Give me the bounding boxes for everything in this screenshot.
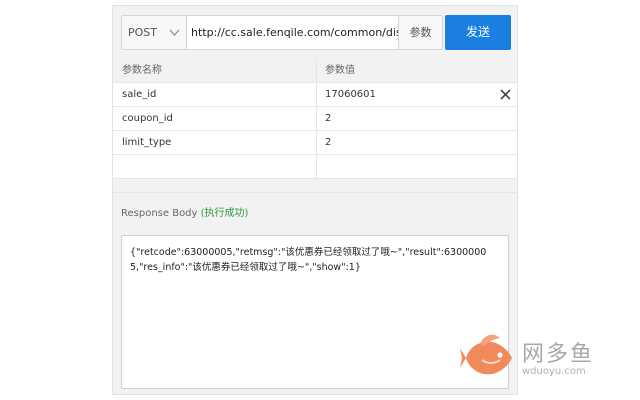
param-value-field[interactable]: 2 bbox=[318, 131, 517, 154]
response-title: Response Body (执行成功) bbox=[121, 204, 248, 219]
param-name-field[interactable] bbox=[113, 155, 317, 178]
response-body[interactable]: {"retcode":63000005,"retmsg":"该优惠券已经领取过了… bbox=[121, 235, 509, 389]
table-spacer bbox=[113, 179, 517, 193]
column-header-param-value: 参数值 bbox=[325, 65, 355, 76]
params-table-header: 参数名称 参数值 bbox=[113, 58, 517, 83]
table-row bbox=[113, 155, 517, 179]
response-label: Response Body bbox=[121, 208, 198, 219]
request-bar: POST http://cc.sale.fenqile.com/common/d… bbox=[121, 15, 511, 50]
watermark-logo: 网多鱼 wduoyu.com bbox=[460, 330, 610, 385]
send-button[interactable]: 发送 bbox=[445, 15, 511, 50]
method-value: POST bbox=[128, 26, 157, 39]
url-input[interactable]: http://cc.sale.fenqile.com/common/discou… bbox=[187, 15, 399, 50]
params-table: 参数名称 参数值 sale_id 17060601 coupon_id 2 li… bbox=[113, 58, 517, 193]
param-value-field[interactable]: 17060601 bbox=[318, 83, 517, 106]
param-value-field[interactable] bbox=[318, 155, 517, 178]
api-tester-panel: POST http://cc.sale.fenqile.com/common/d… bbox=[112, 5, 518, 395]
param-name-field[interactable]: coupon_id bbox=[113, 107, 317, 130]
params-button[interactable]: 参数 bbox=[399, 15, 443, 50]
table-row: coupon_id 2 bbox=[113, 107, 517, 131]
chevron-down-icon bbox=[169, 16, 180, 62]
fish-logo-icon bbox=[460, 334, 512, 375]
column-header-param-name: 参数名称 bbox=[113, 58, 317, 82]
param-name-field[interactable]: limit_type bbox=[113, 131, 317, 154]
method-select[interactable]: POST bbox=[121, 15, 187, 50]
status-badge: (执行成功) bbox=[200, 208, 249, 219]
param-value-field[interactable]: 2 bbox=[318, 107, 517, 130]
watermark-name: 网多鱼 bbox=[522, 342, 595, 367]
table-row: limit_type 2 bbox=[113, 131, 517, 155]
table-row: sale_id 17060601 bbox=[113, 83, 517, 107]
watermark-domain: wduoyu.com bbox=[522, 366, 586, 377]
param-name-field[interactable]: sale_id bbox=[113, 83, 317, 106]
